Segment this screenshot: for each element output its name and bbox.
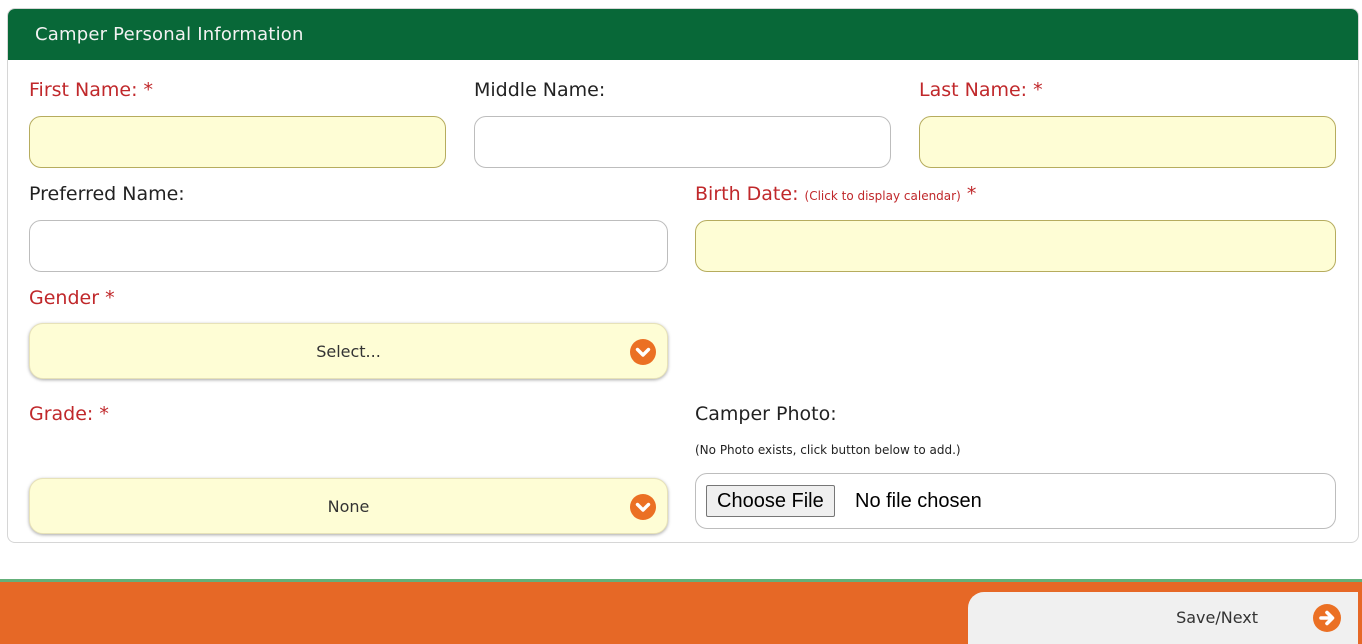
camper-info-panel: Camper Personal Information	[7, 8, 1359, 543]
middle-name-label: Middle Name:	[474, 79, 606, 101]
gender-label: Gender *	[29, 287, 115, 309]
required-marker: *	[966, 183, 977, 205]
grade-label: Grade: *	[29, 403, 109, 425]
first-name-input[interactable]	[29, 116, 446, 168]
save-next-label: Save/Next	[1176, 608, 1258, 627]
chevron-down-icon	[630, 339, 656, 365]
first-name-label: First Name: *	[29, 79, 154, 101]
panel-title: Camper Personal Information	[8, 9, 1358, 60]
required-marker: *	[143, 79, 154, 101]
required-marker: *	[1033, 79, 1043, 101]
birth-date-input[interactable]	[695, 220, 1336, 272]
chevron-down-icon	[630, 494, 656, 520]
birth-date-label: Birth Date: (Click to display calendar) …	[695, 183, 977, 205]
save-next-button[interactable]: Save/Next	[968, 592, 1358, 644]
last-name-input[interactable]	[919, 116, 1336, 168]
grade-selected-value: None	[327, 497, 370, 516]
preferred-name-input[interactable]	[29, 220, 668, 272]
preferred-name-label: Preferred Name:	[29, 183, 185, 205]
birth-date-hint: (Click to display calendar)	[804, 189, 961, 203]
camper-photo-note: (No Photo exists, click button below to …	[695, 443, 961, 457]
arrow-right-icon	[1313, 604, 1341, 632]
last-name-label: Last Name: *	[919, 79, 1043, 101]
choose-file-button[interactable]: Choose File	[706, 485, 835, 517]
middle-name-input[interactable]	[474, 116, 891, 168]
grade-select[interactable]: None	[29, 478, 668, 534]
gender-selected-value: Select...	[316, 342, 381, 361]
required-marker: *	[105, 287, 115, 309]
camper-photo-label: Camper Photo:	[695, 403, 837, 425]
gender-select[interactable]: Select...	[29, 323, 668, 379]
camper-photo-file-input[interactable]: Choose File No file chosen	[695, 473, 1336, 529]
required-marker: *	[99, 403, 109, 425]
file-status: No file chosen	[855, 490, 982, 512]
